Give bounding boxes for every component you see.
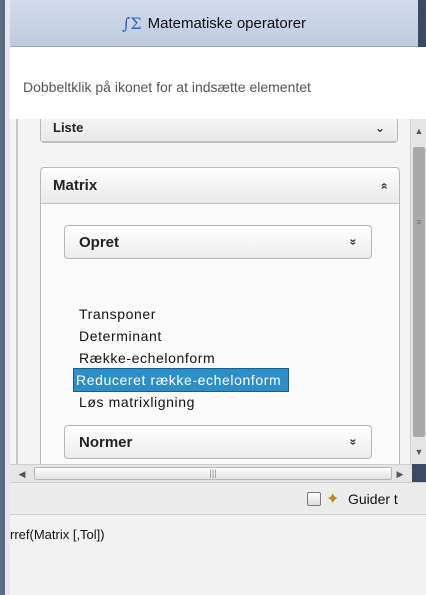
guides-checkbox[interactable] [307,492,321,506]
panel-title-bar[interactable]: ∫Σ Matematiske operatorer [10,0,418,47]
chevron-down-icon: ⌄ [374,120,385,135]
scroll-down-arrow-icon[interactable]: ▼ [411,444,426,460]
panel-edge-line [16,119,18,464]
horizontal-scrollbar[interactable]: ◀ ||| ▶ [10,464,412,482]
vertical-scroll-thumb[interactable]: ≡ [413,147,425,437]
chevron-down-icon[interactable]: » [347,239,361,246]
syntax-text: rref(Matrix [,Tol]) [10,527,105,542]
subsection-normer-header[interactable]: Normer » [64,425,372,459]
scrollbar-corner [412,464,426,482]
scroll-up-arrow-icon[interactable]: ▲ [411,123,426,139]
section-matrix-header[interactable]: Matrix » [41,168,399,204]
section-liste-label: Liste [53,120,84,135]
panel-title: Matematiske operatorer [147,14,307,32]
right-window-border [418,0,426,47]
command-item[interactable]: Række-echelonform [77,347,317,369]
command-item[interactable]: Transponer [77,303,317,325]
left-window-border [0,0,10,595]
vertical-scrollbar[interactable]: ▲ ≡ ▼ [410,119,426,464]
command-item[interactable]: Løs matrixligning [77,391,317,413]
scroll-right-arrow-icon[interactable]: ▶ [392,465,408,483]
subsection-normer-label: Normer [79,433,133,451]
command-item-selected[interactable]: Reduceret række-echelonform [73,368,289,392]
syntax-help-area: rref(Matrix [,Tol]) [10,514,426,595]
subsection-opret-header[interactable]: Opret » [64,225,372,259]
section-matrix-label: Matrix [53,177,98,194]
command-list: Transponer Determinant Række-echelonform… [73,303,317,413]
grip-icon: ≡ [416,217,422,227]
integral-sigma-icon: ∫Σ [121,13,142,33]
guides-label[interactable]: Guider t [348,491,398,507]
instruction-text: Dobbeltklik på ikonet for at indsætte el… [10,47,426,119]
command-item[interactable]: Determinant [77,325,317,347]
chevron-up-icon[interactable]: » [377,182,391,189]
bottom-toolbar: ✦ Guider t [10,482,426,514]
section-liste[interactable]: Liste ⌄ [40,119,398,143]
chevron-down-icon[interactable]: » [347,439,361,446]
horizontal-scroll-thumb[interactable]: ||| [34,467,392,480]
scroll-left-arrow-icon[interactable]: ◀ [14,465,30,483]
math-operators-panel: ∫Σ Matematiske operatorer Dobbeltklik på… [0,0,426,595]
operators-scroll-area[interactable]: Liste ⌄ Matrix » Opret » Transponer Dete… [10,119,426,464]
subsection-opret-label: Opret [79,233,120,251]
magic-wand-icon: ✦ [326,491,340,508]
